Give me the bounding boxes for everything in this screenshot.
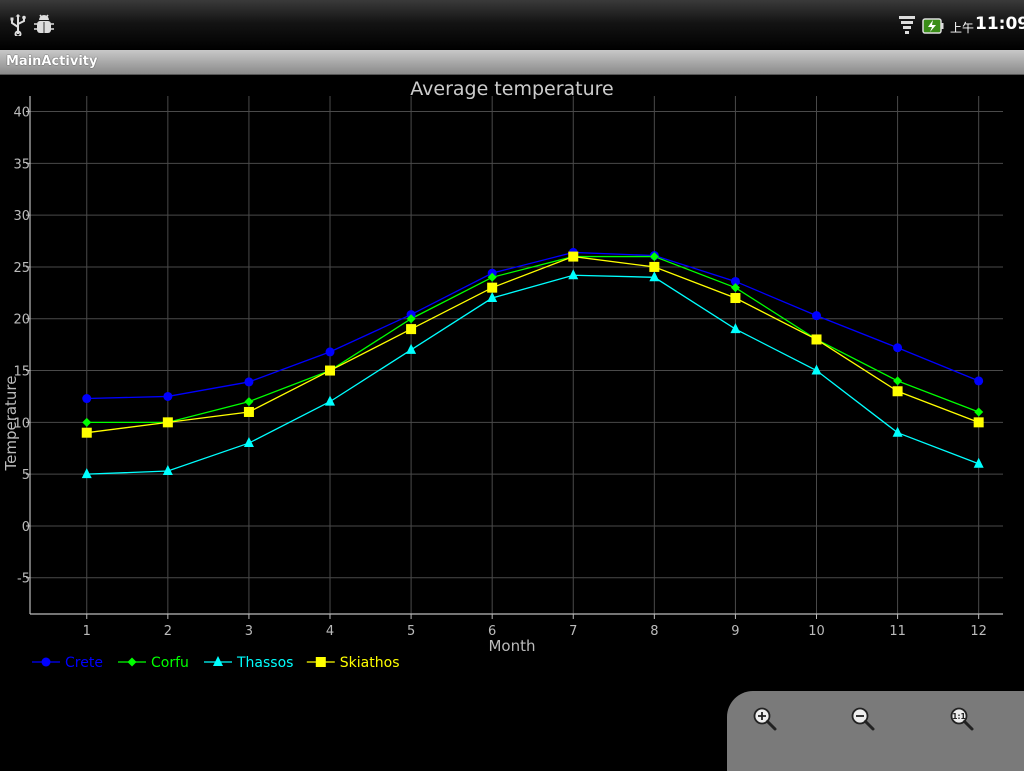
data-point-thassos [811,364,822,375]
zoom-reset-icon[interactable]: 1:1 [949,706,975,732]
legend-marker [213,656,223,666]
usb-icon [10,14,26,36]
y-tick-label: -5 [17,572,30,587]
legend-label: Thassos [236,655,293,671]
data-point-crete [244,377,254,387]
data-point-corfu [893,376,903,386]
x-tick-label: 9 [731,624,739,639]
title-bar: MainActivity [0,50,1024,75]
chart-title: Average temperature [410,78,614,100]
x-axis-label: Month [488,637,535,655]
x-tick-label: 12 [970,624,987,639]
data-point-corfu [244,397,254,407]
data-point-thassos [243,437,254,448]
data-point-skiathos [487,282,498,293]
zoom-controls: 1:1 [727,691,1024,771]
data-point-crete [163,391,173,401]
series-lines [86,251,979,475]
series-line-crete [86,251,979,400]
data-point-skiathos [730,293,741,304]
data-point-corfu [82,417,92,427]
legend-item-thassos: Thassos [204,655,293,671]
legend: Crete Corfu Thassos Skiathos [32,655,399,671]
legend-marker [315,657,326,667]
series-line-thassos [86,274,979,475]
legend-item-skiathos: Skiathos [306,655,400,671]
data-point-thassos [730,323,741,334]
x-tick-label: 10 [808,624,825,639]
data-point-crete [82,394,92,404]
data-point-thassos [568,269,579,280]
data-point-thassos [81,468,92,479]
data-point-skiathos [649,261,660,272]
temperature-chart: -505101520253035401 2 3 4 5 6 7 8 9 10 11 12Average… [2,78,1003,671]
legend-marker [127,657,137,667]
data-point-crete [325,347,335,357]
x-tick-label: 5 [407,624,415,639]
zoom-reset-glyph: 1:1 [952,712,965,721]
series-markers [81,247,984,479]
y-tick-label: 25 [13,261,30,276]
x-tick-label: 7 [569,624,577,639]
x-tick-label: 3 [245,624,253,639]
x-tick-label: 8 [650,624,658,639]
data-point-thassos [325,395,336,406]
y-axis-label: Temperature [2,375,20,471]
data-point-skiathos [568,251,579,262]
data-point-thassos [406,343,417,354]
clock-ampm: 上午 [950,21,975,35]
data-point-skiathos [325,365,336,376]
status-bar: 上午 11:09 [0,0,1024,50]
data-point-thassos [649,271,660,282]
data-point-crete [812,311,822,321]
x-tick-label: 4 [326,624,334,639]
clock-time: 11:09 [975,14,1024,34]
data-point-skiathos [811,334,822,345]
x-tick-label: 1 [83,624,91,639]
axes [26,96,1003,619]
series-line-corfu [86,255,979,423]
y-tick-label: 30 [13,209,30,224]
y-tick-label: 0 [22,520,30,535]
data-point-skiathos [892,386,903,397]
data-point-skiathos [162,417,173,428]
y-tick-label: 5 [22,468,30,483]
x-tick-label: 11 [889,624,906,639]
x-tick-label: 2 [164,624,172,639]
zoom-in-icon[interactable] [752,706,778,732]
axis-labels: -505101520253035401 2 3 4 5 6 7 8 9 10 11 12Average… [2,78,987,655]
grid-lines [30,96,1003,614]
data-point-corfu [974,407,984,417]
app-title: MainActivity [6,54,98,69]
data-point-skiathos [81,427,92,438]
series-line-skiathos [86,255,979,434]
data-point-thassos [892,426,903,437]
y-tick-label: 35 [13,157,30,172]
legend-item-corfu: Corfu [118,655,189,671]
data-point-skiathos [973,417,984,428]
data-point-crete [974,376,984,386]
y-tick-label: 40 [13,106,30,121]
legend-label: Corfu [151,655,189,671]
legend-marker [41,657,51,667]
wifi-icon [899,16,915,34]
zoom-out-icon[interactable] [850,706,876,732]
legend-label: Crete [65,655,103,671]
data-point-skiathos [243,406,254,417]
data-point-skiathos [406,324,417,335]
legend-item-crete: Crete [32,655,103,671]
y-tick-label: 20 [13,313,30,328]
legend-label: Skiathos [340,655,400,671]
debug-icon [34,14,54,33]
battery-charging-icon [922,18,944,34]
data-point-crete [893,343,903,353]
